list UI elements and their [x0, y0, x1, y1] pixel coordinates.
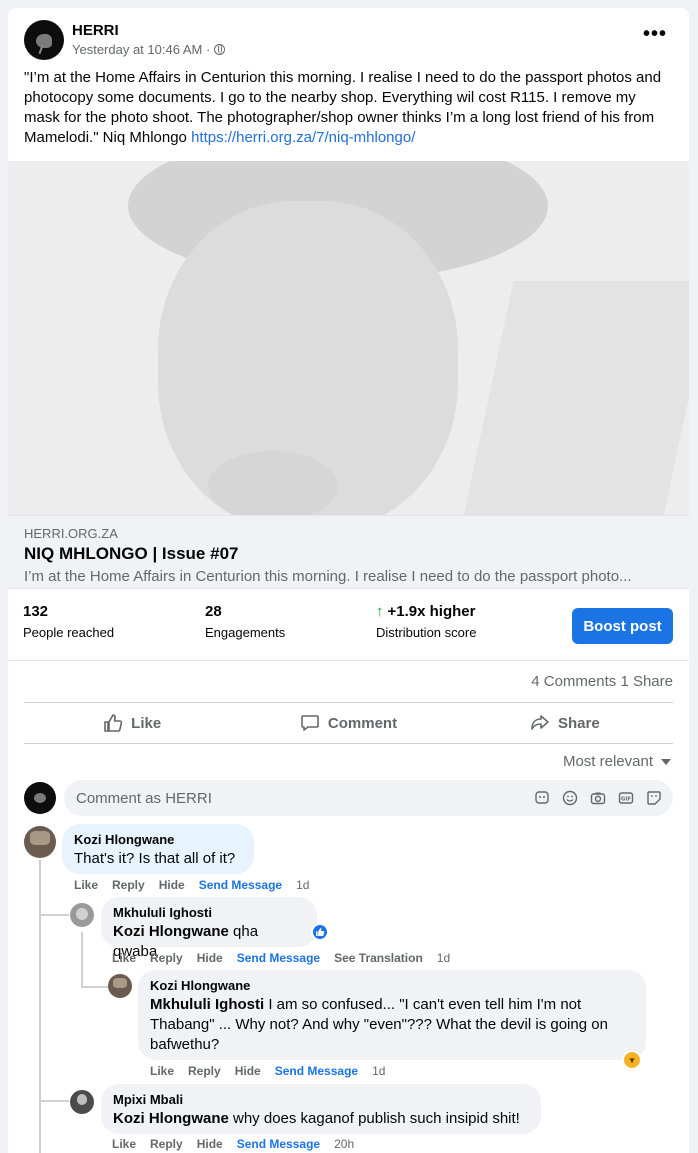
engagements-label: Engagements	[205, 625, 286, 640]
stat-engagements[interactable]: 28 Engagements	[205, 603, 285, 640]
comment-send-message[interactable]: Send Message	[275, 1064, 358, 1078]
mention-tag[interactable]: Kozi Hlongwane	[113, 1110, 229, 1127]
comment-hide[interactable]: Hide	[159, 878, 185, 892]
like-button[interactable]: Like	[24, 703, 240, 743]
comment-reply[interactable]: Reply	[150, 1137, 183, 1151]
comment-actions: Like Reply Hide Send Message See Transla…	[112, 951, 450, 965]
thumbs-up-icon	[104, 714, 123, 732]
distribution-label: Distribution score	[376, 625, 477, 640]
avatar-sticker-icon[interactable]	[533, 789, 551, 807]
svg-text:GIF: GIF	[621, 797, 632, 803]
comment-sort-dropdown[interactable]: Most relevant	[563, 753, 671, 770]
share-label: Share	[557, 714, 600, 732]
like-reaction-icon[interactable]	[311, 923, 329, 941]
comment-text: That's it? Is that all of it?	[74, 850, 236, 867]
caret-down-icon	[661, 758, 671, 765]
share-icon	[531, 715, 549, 730]
more-options-icon[interactable]: •••	[643, 24, 667, 44]
comment-text: Mkhululi Ighosti I am so confused... "I …	[150, 996, 608, 1053]
comment-icon	[301, 715, 319, 731]
post-meta: Yesterday at 10:46 AM ·	[72, 42, 226, 57]
globe-icon	[214, 44, 226, 55]
commenter-avatar[interactable]	[108, 974, 132, 998]
composer-placeholder: Comment as HERRI	[76, 790, 212, 807]
commenter-avatar[interactable]	[70, 1090, 94, 1114]
comment-actions: Like Reply Hide Send Message 20h	[112, 1137, 354, 1151]
comment-time[interactable]: 1d	[296, 878, 309, 892]
engagements-value: 28	[205, 603, 222, 620]
comment-hide[interactable]: Hide	[235, 1064, 261, 1078]
comment-bubble: Mkhululi Ighosti Kozi Hlongwane qha qwab…	[101, 897, 317, 960]
comment-like[interactable]: Like	[74, 878, 98, 892]
comment-time[interactable]: 1d	[437, 951, 450, 965]
commenter-avatar[interactable]	[24, 826, 56, 858]
comment-like[interactable]: Like	[112, 951, 136, 965]
comment-time[interactable]: 20h	[334, 1137, 354, 1151]
composer-avatar	[24, 782, 56, 814]
page-avatar[interactable]	[24, 20, 64, 60]
reach-value: 132	[23, 603, 49, 620]
sticker-icon[interactable]	[645, 789, 663, 807]
insights-bar: 132 People reached 28 Engagements ↑ +1.9x…	[8, 589, 689, 661]
comment-like[interactable]: Like	[150, 1064, 174, 1078]
stat-reach[interactable]: 132 People reached	[23, 603, 114, 640]
comment-reply[interactable]: Reply	[112, 878, 145, 892]
reach-label: People reached	[23, 625, 115, 640]
link-preview-image[interactable]	[8, 161, 689, 515]
comment-actions: Like Reply Hide Send Message 1d	[150, 1064, 385, 1078]
commenter-name[interactable]: Mpixi Mbali	[113, 1092, 529, 1107]
comment-send-message[interactable]: Send Message	[237, 1137, 320, 1151]
commenter-name[interactable]: Kozi Hlongwane	[74, 832, 242, 847]
composer-tools: GIF	[533, 789, 663, 807]
mention-tag[interactable]: Kozi Hlongwane	[113, 923, 229, 940]
post-link[interactable]: https://herri.org.za/7/niq-mhlongo/	[191, 129, 415, 146]
post-card: HERRI Yesterday at 10:46 AM · ••• "I’m a…	[8, 8, 689, 1153]
link-preview[interactable]: HERRI.ORG.ZA NIQ MHLONGO | Issue #07 I’m…	[8, 515, 689, 589]
comment-actions: Like Reply Hide Send Message 1d	[74, 878, 309, 892]
arrow-up-icon: ↑	[376, 603, 384, 620]
like-label: Like	[131, 714, 162, 732]
comment-bubble: Mpixi Mbali Kozi Hlongwane why does kaga…	[101, 1084, 541, 1134]
commenter-name[interactable]: Kozi Hlongwane	[150, 978, 634, 993]
author-name[interactable]: HERRI	[72, 22, 119, 39]
emoji-icon[interactable]	[561, 789, 579, 807]
haha-reaction-icon[interactable]: ▾	[622, 1050, 642, 1070]
post-actions: Like Comment Share	[24, 702, 673, 744]
comments-count[interactable]: 4 Comments	[531, 673, 616, 690]
post-timestamp[interactable]: Yesterday at 10:46 AM ·	[72, 42, 210, 57]
mention-tag[interactable]: Mkhululi Ighosti	[150, 996, 264, 1013]
shares-count[interactable]: 1 Share	[620, 673, 673, 690]
see-translation[interactable]: See Translation	[334, 951, 423, 965]
comment-time[interactable]: 1d	[372, 1064, 385, 1078]
comment-composer[interactable]: Comment as HERRI GIF	[64, 780, 673, 816]
comment-send-message[interactable]: Send Message	[237, 951, 320, 965]
distribution-value: +1.9x higher	[387, 603, 476, 620]
comment-send-message[interactable]: Send Message	[199, 878, 282, 892]
boost-post-button[interactable]: Boost post	[572, 608, 673, 644]
comment-like[interactable]: Like	[112, 1137, 136, 1151]
comment-label: Comment	[327, 714, 398, 732]
comment-bubble: Kozi Hlongwane Mkhululi Ighosti I am so …	[138, 970, 646, 1060]
comment-reply[interactable]: Reply	[188, 1064, 221, 1078]
post-header: HERRI Yesterday at 10:46 AM · •••	[24, 20, 673, 64]
link-description: I’m at the Home Affairs in Centurion thi…	[24, 568, 632, 585]
comment-reply[interactable]: Reply	[150, 951, 183, 965]
engagement-counts: 4 Comments 1 Share	[531, 673, 673, 690]
link-title: NIQ MHLONGO | Issue #07	[24, 544, 239, 563]
commenter-avatar[interactable]	[70, 903, 94, 927]
share-button[interactable]: Share	[457, 703, 673, 743]
stat-distribution[interactable]: ↑ +1.9x higher Distribution score	[376, 603, 476, 640]
sort-label: Most relevant	[562, 753, 653, 770]
link-domain: HERRI.ORG.ZA	[24, 526, 118, 541]
comment-text: Kozi Hlongwane why does kaganof publish …	[113, 1110, 520, 1127]
comment-hide[interactable]: Hide	[197, 1137, 223, 1151]
commenter-name[interactable]: Mkhululi Ighosti	[113, 905, 305, 920]
camera-icon[interactable]	[589, 789, 607, 807]
post-text: "I’m at the Home Affairs in Centurion th…	[24, 68, 674, 148]
gif-icon[interactable]: GIF	[617, 789, 635, 807]
comment-bubble: Kozi Hlongwane That's it? Is that all of…	[62, 824, 254, 874]
comment-button[interactable]: Comment	[240, 703, 456, 743]
comment-hide[interactable]: Hide	[197, 951, 223, 965]
